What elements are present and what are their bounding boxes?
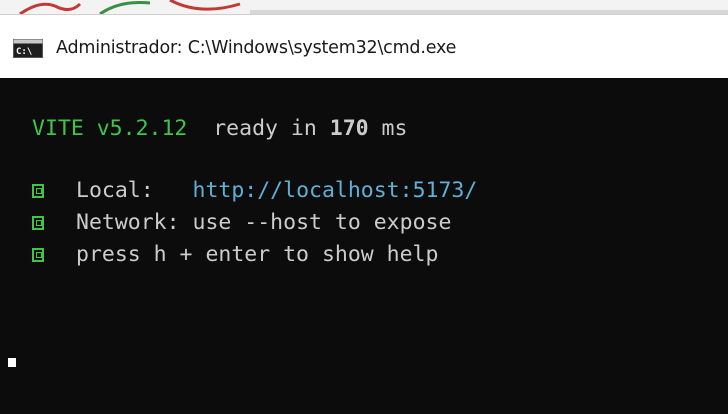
network-line: Network: use --host to expose <box>32 208 451 238</box>
help-line: press h + enter to show help <box>32 240 438 270</box>
ready-text: ready in <box>213 116 317 141</box>
local-url[interactable]: http://localhost:5173/ <box>193 178 478 203</box>
local-url-line: Local: http://localhost:5173/ <box>32 176 477 206</box>
help-text: press h + enter to show help <box>76 242 439 267</box>
local-label: Local: <box>76 178 154 203</box>
cmd-console-icon: C:\ <box>13 39 43 58</box>
screenshot: C:\ Administrador: C:\Windows\system32\c… <box>0 0 728 414</box>
ready-unit: ms <box>381 116 408 141</box>
network-label: Network: <box>76 210 180 235</box>
vite-version: v5.2.12 <box>96 116 188 141</box>
arrow-icon <box>32 248 44 262</box>
desktop-background-strip <box>0 0 728 14</box>
vite-name: VITE <box>32 116 84 141</box>
window-title: Administrador: C:\Windows\system32\cmd.e… <box>56 38 457 58</box>
text-cursor <box>8 358 16 367</box>
network-value: use --host to expose <box>192 210 452 235</box>
title-bar[interactable]: C:\ Administrador: C:\Windows\system32\c… <box>0 14 728 78</box>
arrow-icon <box>32 216 44 230</box>
ready-ms: 170 <box>329 116 369 141</box>
cmd-window[interactable]: C:\ Administrador: C:\Windows\system32\c… <box>0 14 728 414</box>
arrow-icon <box>32 184 44 198</box>
console-output[interactable]: VITE v5.2.12 ready in 170 ms Local: http… <box>0 78 728 414</box>
svg-text:C:\: C:\ <box>16 47 32 57</box>
vite-ready-line: VITE v5.2.12 ready in 170 ms <box>32 114 407 144</box>
